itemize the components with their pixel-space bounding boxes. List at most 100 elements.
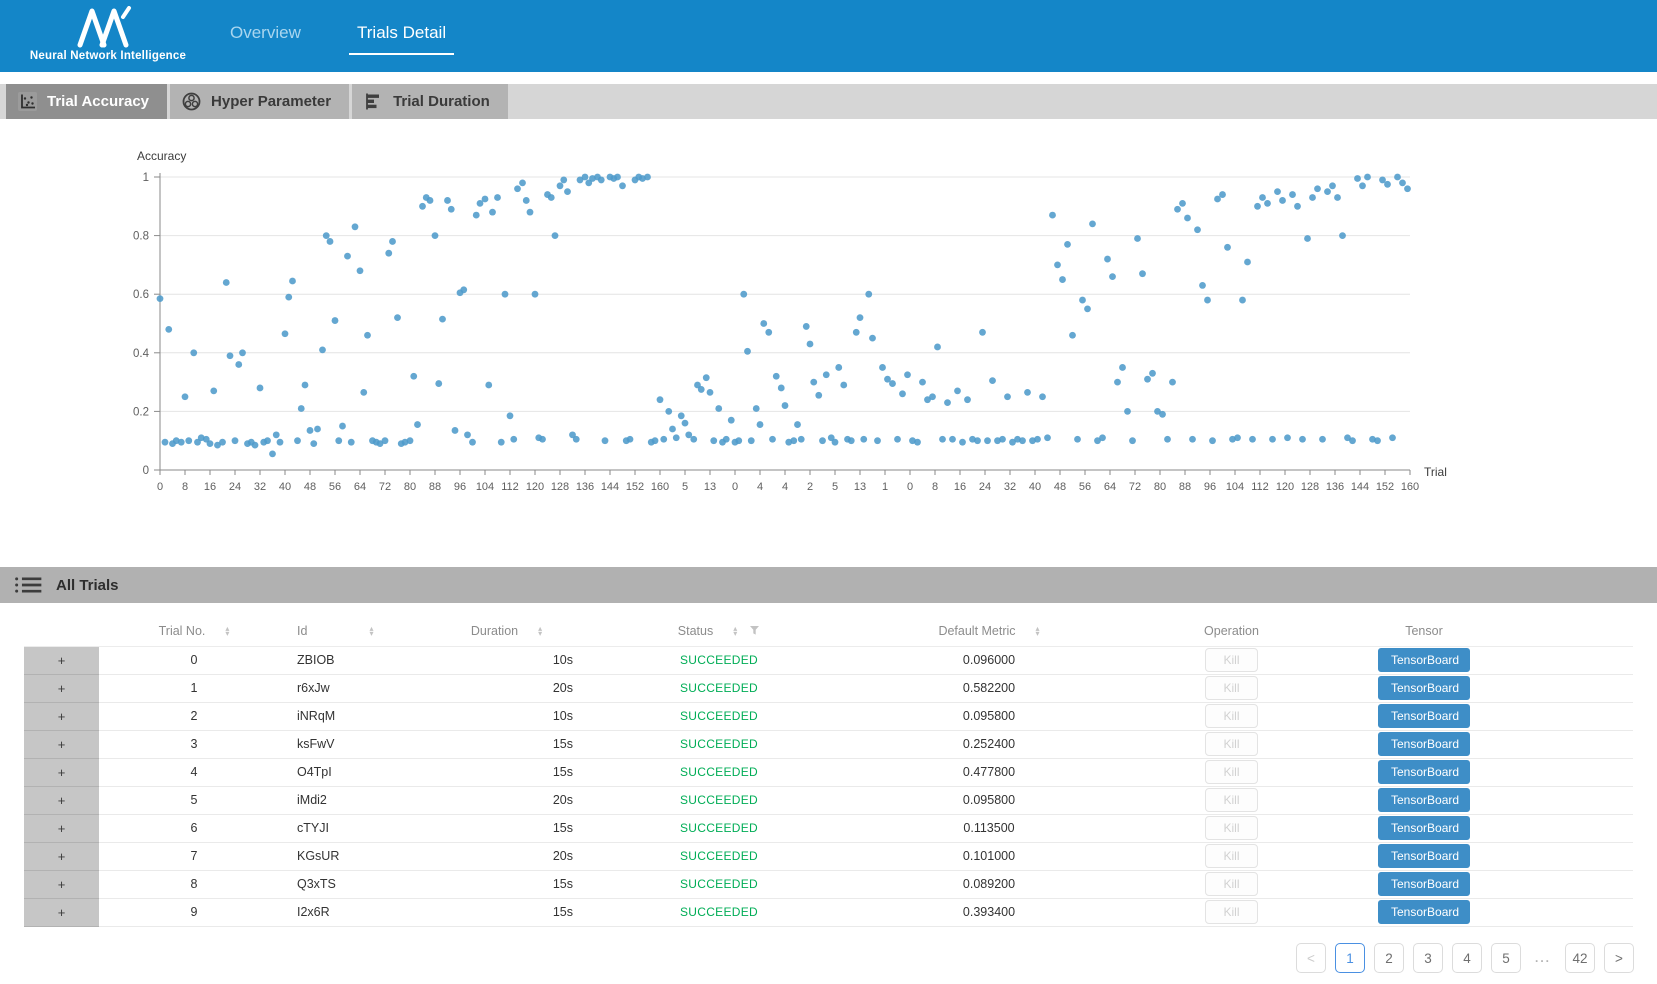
sort-icon[interactable]: ▴▾ — [1036, 626, 1040, 636]
filter-icon[interactable] — [749, 625, 760, 636]
pagination-page-1[interactable]: 1 — [1335, 943, 1365, 973]
tensorboard-button[interactable]: TensorBoard — [1378, 732, 1470, 756]
sort-icon[interactable]: ▴▾ — [225, 626, 229, 636]
kill-button[interactable]: Kill — [1205, 788, 1257, 812]
expand-row-button[interactable]: + — [24, 646, 99, 674]
table-row: +8Q3xTS15sSUCCEEDED0.089200KillTensorBoa… — [24, 870, 1633, 898]
pagination-page-4[interactable]: 4 — [1452, 943, 1482, 973]
tensor-cell: TensorBoard — [1324, 898, 1524, 926]
status-badge: SUCCEEDED — [599, 702, 839, 730]
svg-text:120: 120 — [526, 481, 544, 493]
status-badge: SUCCEEDED — [599, 758, 839, 786]
svg-text:0.4: 0.4 — [133, 348, 150, 360]
tensorboard-button[interactable]: TensorBoard — [1378, 788, 1470, 812]
spacer-cell — [1524, 674, 1633, 702]
table-row: +3ksFwV15sSUCCEEDED0.252400KillTensorBoa… — [24, 730, 1633, 758]
expand-row-button[interactable]: + — [24, 786, 99, 814]
kill-button[interactable]: Kill — [1205, 732, 1257, 756]
duration-cell: 10s — [414, 702, 599, 730]
svg-text:96: 96 — [454, 481, 466, 493]
pagination-ellipsis: ... — [1530, 943, 1556, 973]
svg-text:32: 32 — [254, 481, 266, 493]
tensorboard-button[interactable]: TensorBoard — [1378, 816, 1470, 840]
kill-button[interactable]: Kill — [1205, 760, 1257, 784]
expand-row-button[interactable]: + — [24, 814, 99, 842]
svg-text:72: 72 — [1129, 481, 1141, 493]
accuracy-scatter-chart: 00.20.40.60.8108162432404856647280889610… — [0, 120, 1657, 535]
sort-icon[interactable]: ▴▾ — [733, 626, 737, 636]
nav-overview-label: Overview — [222, 17, 309, 55]
kill-button[interactable]: Kill — [1205, 872, 1257, 896]
nav-tab-trials-detail[interactable]: Trials Detail — [349, 0, 454, 72]
tensorboard-button[interactable]: TensorBoard — [1378, 900, 1470, 924]
kill-button[interactable]: Kill — [1205, 844, 1257, 868]
expand-row-button[interactable]: + — [24, 730, 99, 758]
pagination-page-2[interactable]: 2 — [1374, 943, 1404, 973]
operation-cell: Kill — [1139, 786, 1324, 814]
tensorboard-button[interactable]: TensorBoard — [1378, 704, 1470, 728]
tensorboard-button[interactable]: TensorBoard — [1378, 844, 1470, 868]
default-metric-cell: 0.477800 — [839, 758, 1139, 786]
pagination-page-5[interactable]: 5 — [1491, 943, 1521, 973]
svg-text:104: 104 — [476, 481, 494, 493]
svg-text:16: 16 — [204, 481, 216, 493]
svg-text:72: 72 — [379, 481, 391, 493]
kill-button[interactable]: Kill — [1205, 704, 1257, 728]
pagination-next-button[interactable]: > — [1604, 943, 1634, 973]
svg-text:Trial: Trial — [1424, 465, 1447, 479]
column-label-operation: Operation — [1204, 624, 1259, 638]
trial-number-cell: 6 — [99, 814, 289, 842]
tensorboard-button[interactable]: TensorBoard — [1378, 872, 1470, 896]
expand-row-button[interactable]: + — [24, 898, 99, 926]
kill-button[interactable]: Kill — [1205, 676, 1257, 700]
tab-hyper-parameter[interactable]: Hyper Parameter — [170, 84, 349, 119]
expand-row-button[interactable]: + — [24, 842, 99, 870]
svg-text:0: 0 — [907, 481, 913, 493]
operation-cell: Kill — [1139, 702, 1324, 730]
spacer-cell — [1524, 898, 1633, 926]
tensorboard-button[interactable]: TensorBoard — [1378, 676, 1470, 700]
sort-icon[interactable]: ▴▾ — [369, 626, 373, 636]
duration-cell: 20s — [414, 674, 599, 702]
column-header-status: Status▴▾ — [599, 616, 839, 646]
sort-icon[interactable]: ▴▾ — [538, 626, 542, 636]
tab-trial-accuracy[interactable]: Trial Accuracy — [6, 84, 167, 119]
expand-row-button[interactable]: + — [24, 758, 99, 786]
expand-row-button[interactable]: + — [24, 674, 99, 702]
pagination-page-3[interactable]: 3 — [1413, 943, 1443, 973]
svg-text:144: 144 — [601, 481, 619, 493]
kill-button[interactable]: Kill — [1205, 816, 1257, 840]
svg-text:56: 56 — [1079, 481, 1091, 493]
tensor-cell: TensorBoard — [1324, 646, 1524, 674]
tab-trial-duration[interactable]: Trial Duration — [352, 84, 508, 119]
svg-text:40: 40 — [279, 481, 291, 493]
svg-text:160: 160 — [651, 481, 669, 493]
expand-row-button[interactable]: + — [24, 702, 99, 730]
tensorboard-button[interactable]: TensorBoard — [1378, 760, 1470, 784]
status-badge: SUCCEEDED — [599, 646, 839, 674]
expand-row-button[interactable]: + — [24, 870, 99, 898]
column-label-duration: Duration — [471, 624, 518, 638]
trial-id-cell: Q3xTS — [289, 870, 414, 898]
operation-cell: Kill — [1139, 646, 1324, 674]
pagination-prev-button[interactable]: < — [1296, 943, 1326, 973]
spacer-cell — [1524, 814, 1633, 842]
bars-icon — [364, 92, 383, 111]
spacer-column-header — [1524, 616, 1633, 646]
nav-tab-overview[interactable]: Overview — [222, 0, 309, 72]
kill-button[interactable]: Kill — [1205, 648, 1257, 672]
table-row: +2iNRqM10sSUCCEEDED0.095800KillTensorBoa… — [24, 702, 1633, 730]
tensorboard-button[interactable]: TensorBoard — [1378, 648, 1470, 672]
kill-button[interactable]: Kill — [1205, 900, 1257, 924]
pagination-page-42[interactable]: 42 — [1565, 943, 1595, 973]
operation-cell: Kill — [1139, 814, 1324, 842]
nni-logo: Neural Network Intelligence — [28, 6, 188, 62]
svg-text:5: 5 — [682, 481, 688, 493]
svg-text:160: 160 — [1401, 481, 1419, 493]
svg-text:96: 96 — [1204, 481, 1216, 493]
trial-id-cell: ZBIOB — [289, 646, 414, 674]
default-metric-cell: 0.095800 — [839, 702, 1139, 730]
status-badge: SUCCEEDED — [599, 870, 839, 898]
svg-text:8: 8 — [182, 481, 188, 493]
duration-cell: 15s — [414, 870, 599, 898]
